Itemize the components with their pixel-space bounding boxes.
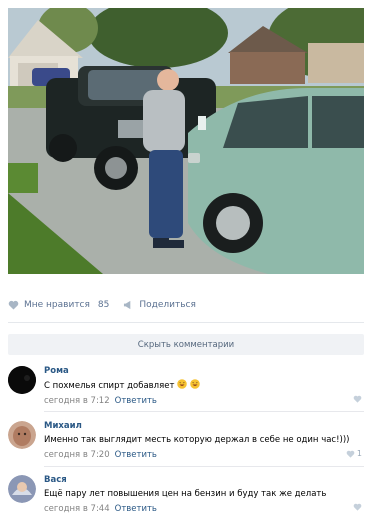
heart-icon xyxy=(353,503,362,511)
share-label: Поделиться xyxy=(139,300,196,310)
comment: Рома С похмелья спирт добавляет сегодня … xyxy=(8,366,364,406)
comment-text-content: С похмелья спирт добавляет xyxy=(44,381,175,391)
comment-author[interactable]: Рома xyxy=(44,366,364,376)
hide-comments-button[interactable]: Скрыть комментарии xyxy=(8,334,364,355)
avatar[interactable] xyxy=(8,366,36,394)
avatar-image xyxy=(8,475,36,503)
laughing-face-icon xyxy=(177,379,187,389)
comment: Вася Ещё пару лет повышения цен на бензи… xyxy=(8,475,364,515)
comment-author[interactable]: Вася xyxy=(44,475,364,485)
like-button[interactable]: Мне нравится 85 xyxy=(8,300,109,310)
like-count: 85 xyxy=(97,300,110,310)
reply-link[interactable]: Ответить xyxy=(115,504,157,514)
share-button[interactable]: Поделиться xyxy=(123,300,196,310)
comment-like-count: 1 xyxy=(356,449,362,458)
comment-like-button[interactable]: 1 xyxy=(346,449,362,458)
comment-meta: сегодня в 7:12 Ответить xyxy=(44,396,364,406)
comment-meta: сегодня в 7:44 Ответить xyxy=(44,504,364,514)
reply-link[interactable]: Ответить xyxy=(115,396,157,406)
avatar[interactable] xyxy=(8,475,36,503)
comment-time[interactable]: сегодня в 7:44 xyxy=(44,504,110,514)
comment-like-button[interactable] xyxy=(353,503,362,511)
comment-body: Михаил Именно так выглядит месть которую… xyxy=(44,421,364,460)
heart-icon xyxy=(353,395,362,403)
comment-body: Рома С похмелья спирт добавляет сегодня … xyxy=(44,366,364,406)
laughing-face-icon xyxy=(190,379,200,389)
comment-text: Ещё пару лет повышения цен на бензин и б… xyxy=(44,489,327,499)
comment-author[interactable]: Михаил xyxy=(44,421,364,431)
avatar-image xyxy=(8,366,36,394)
comment-time[interactable]: сегодня в 7:12 xyxy=(44,396,110,406)
comment-meta: сегодня в 7:20 Ответить xyxy=(44,450,364,460)
post-image-drawing xyxy=(8,8,364,274)
post-actions: Мне нравится 85 Поделиться xyxy=(8,290,364,320)
like-label: Мне нравится xyxy=(24,300,90,310)
comment-divider xyxy=(44,466,364,467)
reply-link[interactable]: Ответить xyxy=(115,450,157,460)
avatar-image xyxy=(8,421,36,449)
heart-icon xyxy=(346,450,355,458)
megaphone-icon xyxy=(124,300,131,310)
comment-time[interactable]: сегодня в 7:20 xyxy=(44,450,110,460)
heart-icon xyxy=(8,300,19,310)
comment-body: Вася Ещё пару лет повышения цен на бензи… xyxy=(44,475,364,514)
comment-like-button[interactable] xyxy=(353,395,362,403)
comment: Михаил Именно так выглядит месть которую… xyxy=(8,421,364,461)
comment-divider xyxy=(44,411,364,412)
avatar[interactable] xyxy=(8,421,36,449)
actions-divider xyxy=(8,322,364,323)
comment-text: С похмелья спирт добавляет xyxy=(44,379,364,392)
post-photo[interactable] xyxy=(8,8,364,274)
comment-text: Именно так выглядит месть которую держал… xyxy=(44,435,350,445)
